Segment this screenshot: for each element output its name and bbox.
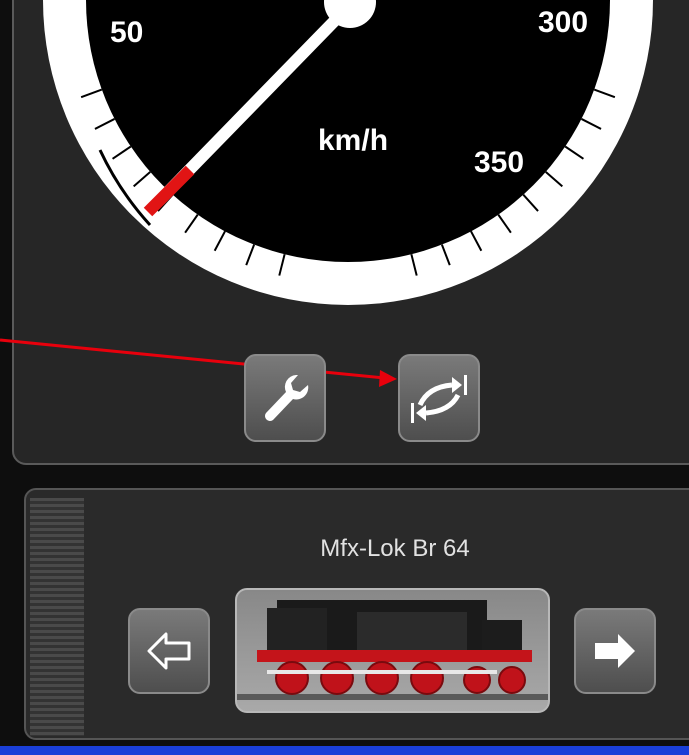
status-bar <box>0 746 689 755</box>
next-locomotive-button[interactable] <box>574 608 656 694</box>
direction-change-icon <box>411 375 467 423</box>
wrench-icon <box>265 375 309 421</box>
tick-label-50: 50 <box>110 16 143 49</box>
annotation-arrow-line <box>0 338 386 380</box>
arrow-right-filled-icon <box>595 634 635 668</box>
settings-button[interactable] <box>244 354 326 442</box>
direction-change-button[interactable] <box>398 354 480 442</box>
locomotive-picture <box>237 600 548 700</box>
arrow-left-outline-icon <box>147 632 191 670</box>
annotation-arrow-head <box>379 370 397 387</box>
previous-locomotive-button[interactable] <box>128 608 210 694</box>
speedometer: 50 300 350 km/h <box>0 0 653 387</box>
tick-label-300: 300 <box>538 6 588 39</box>
speed-unit-label: km/h <box>318 124 388 157</box>
locomotive-name: Mfx-Lok Br 64 <box>320 535 470 562</box>
scroll-strip[interactable] <box>30 498 84 736</box>
locomotive-image[interactable] <box>235 588 550 713</box>
tick-label-350: 350 <box>474 146 524 179</box>
